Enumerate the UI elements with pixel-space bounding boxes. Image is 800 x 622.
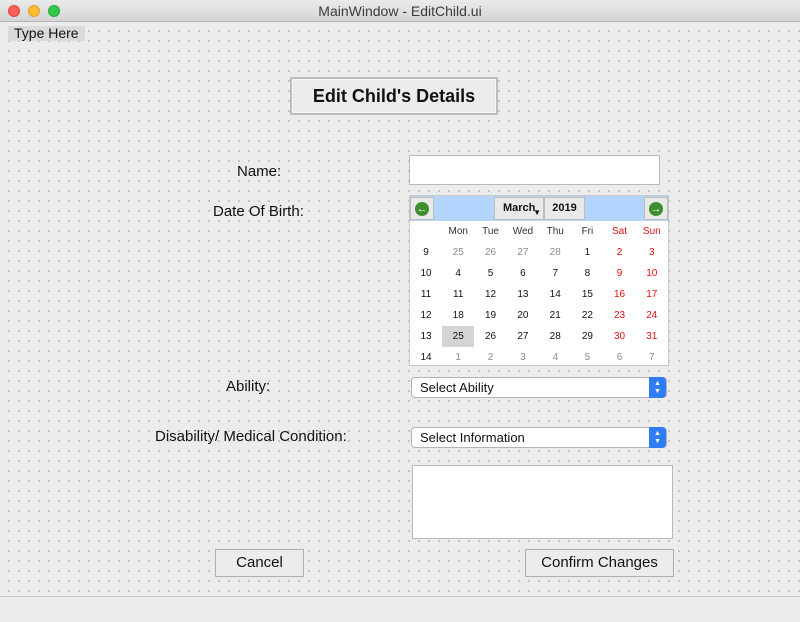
calendar-day-other-month[interactable]: 7 bbox=[636, 347, 668, 365]
calendar-day[interactable]: 26 bbox=[474, 326, 506, 347]
calendar-day[interactable]: 28 bbox=[539, 326, 571, 347]
calendar-day-other-month[interactable]: 26 bbox=[474, 242, 506, 263]
calendar-day-other-month[interactable]: 2 bbox=[474, 347, 506, 365]
calendar-day-other-month[interactable]: 4 bbox=[539, 347, 571, 365]
page-title: Edit Child's Details bbox=[290, 77, 498, 115]
date-of-birth-calendar[interactable]: ← March ▼ 2019 → Mon Tue Wed Thu Fri Sat… bbox=[409, 195, 669, 366]
weekday-header-weekend: Sat bbox=[612, 226, 628, 237]
calendar-day-weekend[interactable]: 17 bbox=[636, 284, 668, 305]
calendar-day-other-month[interactable]: 5 bbox=[571, 347, 603, 365]
calendar-day-weekend[interactable]: 9 bbox=[603, 263, 635, 284]
year-selector[interactable]: 2019 bbox=[544, 197, 585, 220]
date-of-birth-label: Date Of Birth: bbox=[213, 203, 304, 220]
weekday-header: Tue bbox=[482, 226, 499, 237]
calendar-day[interactable]: 15 bbox=[571, 284, 603, 305]
disability-label: Disability/ Medical Condition: bbox=[155, 428, 347, 445]
next-month-button[interactable]: → bbox=[644, 197, 668, 220]
name-input[interactable] bbox=[409, 155, 660, 185]
calendar-day[interactable]: 19 bbox=[474, 305, 506, 326]
name-label: Name: bbox=[237, 163, 282, 180]
weekday-header: Thu bbox=[546, 226, 564, 237]
disability-select-value: Select Information bbox=[420, 430, 525, 445]
calendar-day-weekend[interactable]: 24 bbox=[636, 305, 668, 326]
window-title: MainWindow - EditChild.ui bbox=[318, 3, 482, 19]
calendar-day[interactable]: 27 bbox=[507, 326, 539, 347]
week-number: 12 bbox=[410, 305, 443, 326]
calendar-day-other-month[interactable]: 27 bbox=[507, 242, 539, 263]
calendar-day[interactable]: 13 bbox=[507, 284, 539, 305]
calendar-day-weekend[interactable]: 10 bbox=[636, 263, 668, 284]
arrow-right-circle-icon: → bbox=[649, 201, 663, 216]
calendar-day-other-month[interactable]: 1 bbox=[442, 347, 474, 365]
calendar-day[interactable]: 1 bbox=[571, 242, 603, 263]
weekday-header-weekend: Sun bbox=[642, 226, 661, 237]
calendar-week-row: 9 25 26 27 28 1 2 3 bbox=[410, 242, 668, 263]
title-bar: MainWindow - EditChild.ui bbox=[0, 0, 800, 22]
calendar-day[interactable]: 6 bbox=[507, 263, 539, 284]
calendar-week-row: 14 1 2 3 4 5 6 7 bbox=[410, 347, 668, 365]
ability-label: Ability: bbox=[226, 378, 271, 395]
calendar-week-row: 13 25 26 27 28 29 30 31 bbox=[410, 326, 668, 347]
month-label: March bbox=[503, 202, 536, 214]
calendar-day[interactable]: 5 bbox=[474, 263, 506, 284]
calendar-day[interactable]: 29 bbox=[571, 326, 603, 347]
calendar-day-weekend[interactable]: 30 bbox=[603, 326, 635, 347]
calendar-day-weekend[interactable]: 23 bbox=[603, 305, 635, 326]
calendar-week-row: 12 18 19 20 21 22 23 24 bbox=[410, 305, 668, 326]
ability-select[interactable]: Select Ability ▲ ▼ bbox=[411, 377, 667, 398]
week-number-header bbox=[410, 221, 442, 242]
week-number: 13 bbox=[410, 326, 443, 347]
week-number: 9 bbox=[410, 242, 443, 263]
calendar-day[interactable]: 8 bbox=[571, 263, 603, 284]
calendar-day-other-month[interactable]: 6 bbox=[603, 347, 635, 365]
form-canvas: Type Here Edit Child's Details Name: Dat… bbox=[0, 22, 800, 596]
calendar-day[interactable]: 11 bbox=[442, 284, 474, 305]
calendar-day[interactable]: 12 bbox=[474, 284, 506, 305]
weekday-header: Fri bbox=[581, 226, 594, 237]
calendar-day-selected[interactable]: 25 bbox=[442, 326, 475, 347]
weekday-header: Mon bbox=[448, 226, 468, 237]
arrow-left-circle-icon: ← bbox=[415, 201, 429, 216]
calendar-nav-bar: ← March ▼ 2019 → bbox=[410, 196, 668, 221]
calendar-week-row: 11 11 12 13 14 15 16 17 bbox=[410, 284, 668, 305]
week-number: 14 bbox=[410, 347, 443, 365]
calendar-day-weekend[interactable]: 3 bbox=[636, 242, 668, 263]
month-selector[interactable]: March ▼ bbox=[494, 197, 544, 220]
calendar-day[interactable]: 14 bbox=[539, 284, 571, 305]
calendar-day-weekend[interactable]: 31 bbox=[636, 326, 668, 347]
dropdown-arrow-icon: ▼ bbox=[533, 208, 541, 217]
week-number: 11 bbox=[410, 284, 443, 305]
calendar-day-other-month[interactable]: 3 bbox=[507, 347, 539, 365]
calendar-day-other-month[interactable]: 25 bbox=[442, 242, 474, 263]
disability-select[interactable]: Select Information ▲ ▼ bbox=[411, 427, 667, 448]
confirm-changes-button[interactable]: Confirm Changes bbox=[525, 549, 674, 577]
status-bar bbox=[0, 596, 800, 622]
calendar-day[interactable]: 21 bbox=[539, 305, 571, 326]
calendar-day[interactable]: 20 bbox=[507, 305, 539, 326]
calendar-day[interactable]: 22 bbox=[571, 305, 603, 326]
calendar-day-weekend[interactable]: 2 bbox=[603, 242, 635, 263]
weekday-header-row: Mon Tue Wed Thu Fri Sat Sun bbox=[410, 221, 668, 242]
calendar-day[interactable]: 7 bbox=[539, 263, 571, 284]
calendar-day[interactable]: 4 bbox=[442, 263, 474, 284]
week-number: 10 bbox=[410, 263, 443, 284]
calendar-grid: Mon Tue Wed Thu Fri Sat Sun 9 25 26 27 2… bbox=[410, 221, 668, 365]
ability-select-value: Select Ability bbox=[420, 380, 494, 395]
cancel-button[interactable]: Cancel bbox=[215, 549, 304, 577]
weekday-header: Wed bbox=[512, 226, 534, 237]
medical-info-textarea[interactable] bbox=[412, 465, 673, 539]
chevron-up-down-icon: ▲ ▼ bbox=[649, 377, 666, 398]
previous-month-button[interactable]: ← bbox=[410, 197, 434, 220]
calendar-day[interactable]: 18 bbox=[442, 305, 474, 326]
calendar-day-weekend[interactable]: 16 bbox=[603, 284, 635, 305]
calendar-week-row: 10 4 5 6 7 8 9 10 bbox=[410, 263, 668, 284]
chevron-up-down-icon: ▲ ▼ bbox=[649, 427, 666, 448]
menubar-type-here[interactable]: Type Here bbox=[8, 26, 85, 41]
calendar-day-other-month[interactable]: 28 bbox=[539, 242, 571, 263]
